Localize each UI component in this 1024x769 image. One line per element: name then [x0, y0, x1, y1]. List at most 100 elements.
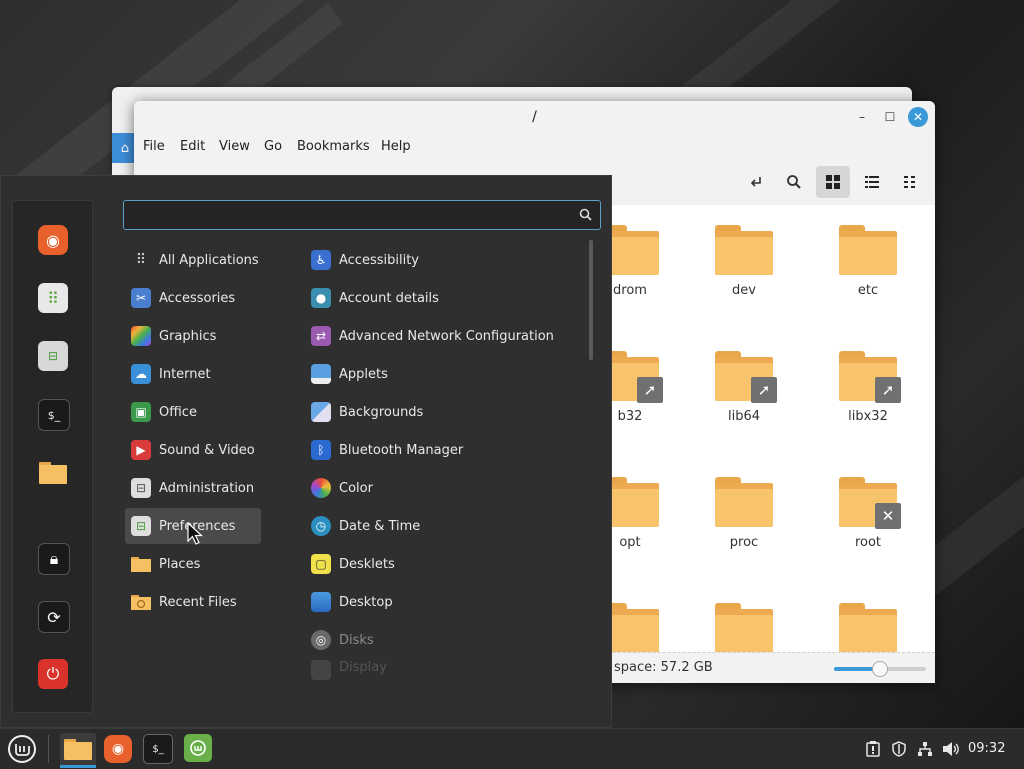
play-icon: ▶ — [131, 440, 151, 460]
folder-icon — [839, 603, 897, 653]
toggle-location-icon[interactable] — [739, 166, 773, 198]
search-input[interactable] — [132, 206, 576, 226]
folder-icon: ➚ — [839, 351, 901, 403]
grid-icon: ⠿ — [135, 252, 147, 268]
terminal-icon[interactable]: $_ — [143, 734, 173, 764]
free-space-label: space: 57.2 GB — [614, 660, 713, 675]
account-icon: ● — [311, 288, 331, 308]
bluetooth-icon: ᛒ — [311, 440, 331, 460]
app-date-time[interactable]: ◷ Date & Time — [307, 508, 583, 544]
list-view-icon[interactable] — [855, 166, 889, 198]
firefox-icon[interactable]: ◉ — [38, 225, 68, 255]
office-icon: ▣ — [131, 402, 151, 422]
applets-icon — [311, 364, 331, 384]
shield-icon[interactable] — [891, 741, 907, 761]
app-account-details[interactable]: ● Account details — [307, 280, 583, 316]
symlink-arrow-icon: ➚ — [637, 377, 663, 403]
folder-icon — [715, 477, 773, 527]
search-icon — [579, 208, 592, 224]
folder-icon: ✕ — [839, 477, 901, 529]
app-display[interactable]: Display — [307, 660, 583, 682]
clock[interactable]: 09:32 — [968, 741, 1005, 756]
folder-item[interactable] — [818, 603, 918, 653]
logout-icon[interactable]: ⟳ — [38, 601, 70, 633]
mintinstall-icon[interactable] — [184, 734, 212, 762]
category-administration[interactable]: ⊟ Administration — [125, 470, 261, 506]
volume-icon[interactable] — [942, 741, 960, 761]
network-icon[interactable] — [917, 741, 933, 761]
no-access-icon: ✕ — [875, 503, 901, 529]
category-accessories[interactable]: ✂ Accessories — [125, 280, 261, 316]
app-color[interactable]: Color — [307, 470, 583, 506]
recent-icon — [131, 592, 151, 612]
terminal-icon[interactable]: $_ — [38, 399, 70, 431]
taskbar: ◉ $_ 09:32 — [0, 728, 1024, 769]
category-places[interactable]: Places — [125, 546, 261, 582]
menu-go[interactable]: Go — [264, 139, 282, 154]
folder-item[interactable]: ✕ root — [818, 477, 918, 550]
close-button[interactable]: ✕ — [908, 107, 928, 127]
maximize-button[interactable]: ☐ — [880, 107, 900, 127]
scissors-icon: ✂ — [131, 288, 151, 308]
menu-bookmarks[interactable]: Bookmarks — [297, 139, 370, 154]
folder-icon — [131, 554, 151, 574]
app-disks[interactable]: ◎ Disks — [307, 622, 583, 658]
cloud-icon: ☁ — [131, 364, 151, 384]
mint-menu-icon[interactable] — [5, 733, 39, 765]
settings-icon[interactable]: ⊟ — [38, 341, 68, 371]
menu-view[interactable]: View — [219, 139, 250, 154]
zoom-slider-handle[interactable] — [872, 661, 888, 677]
menu-scrollbar[interactable] — [589, 240, 593, 360]
icon-view-icon[interactable] — [816, 166, 850, 198]
admin-icon: ⊟ — [131, 478, 151, 498]
folder-item[interactable]: dev — [694, 225, 794, 298]
folder-icon — [839, 225, 897, 275]
graphics-icon — [131, 326, 151, 346]
files-icon[interactable] — [60, 733, 96, 768]
menu-edit[interactable]: Edit — [180, 139, 205, 154]
menu-search-box[interactable] — [123, 200, 601, 230]
files-icon[interactable] — [38, 457, 68, 487]
menu-file[interactable]: File — [143, 139, 165, 154]
folder-item[interactable]: ➚ lib64 — [694, 351, 794, 424]
window-titlebar[interactable]: / – ☐ ✕ — [134, 101, 935, 133]
power-icon[interactable]: ⏻ — [38, 659, 68, 689]
category-graphics[interactable]: Graphics — [125, 318, 261, 354]
category-recent-files[interactable]: Recent Files — [125, 584, 261, 620]
category-sound-video[interactable]: ▶ Sound & Video — [125, 432, 261, 468]
app-accessibility[interactable]: ♿︎ Accessibility — [307, 242, 583, 278]
category-all-applications[interactable]: ⠿ All Applications — [125, 242, 261, 278]
folder-item[interactable]: proc — [694, 477, 794, 550]
app-bluetooth-manager[interactable]: ᛒ Bluetooth Manager — [307, 432, 583, 468]
app-backgrounds[interactable]: Backgrounds — [307, 394, 583, 430]
zoom-slider[interactable] — [834, 661, 926, 677]
display-icon — [311, 660, 331, 680]
search-icon[interactable] — [777, 166, 811, 198]
category-internet[interactable]: ☁ Internet — [125, 356, 261, 392]
compact-view-icon[interactable] — [894, 166, 928, 198]
firefox-icon[interactable]: ◉ — [104, 735, 132, 763]
folder-item[interactable]: etc — [818, 225, 918, 298]
clock-icon: ◷ — [311, 516, 331, 536]
window-title: / — [532, 109, 537, 125]
menu-help[interactable]: Help — [381, 139, 411, 154]
update-icon[interactable] — [866, 741, 880, 761]
category-office[interactable]: ▣ Office — [125, 394, 261, 430]
software-manager-icon[interactable]: ⠿ — [38, 283, 68, 313]
symlink-arrow-icon: ➚ — [875, 377, 901, 403]
accessibility-icon: ♿︎ — [311, 250, 331, 270]
folder-item[interactable]: ➚ libx32 — [818, 351, 918, 424]
minimize-button[interactable]: – — [852, 107, 872, 127]
desklets-icon: ▢ — [311, 554, 331, 574]
app-desklets[interactable]: ▢ Desklets — [307, 546, 583, 582]
desktop-icon — [311, 592, 331, 612]
preferences-icon: ⊟ — [131, 516, 151, 536]
lock-icon[interactable]: 🔒︎ — [38, 543, 70, 575]
menu-favorites-sidebar: ◉ ⠿ ⊟ $_ 🔒︎ ⟳ ⏻ — [12, 200, 93, 713]
app-advanced-network[interactable]: ⇄ Advanced Network Configuration — [307, 318, 583, 354]
folder-item[interactable] — [694, 603, 794, 653]
app-desktop[interactable]: Desktop — [307, 584, 583, 620]
folder-icon — [715, 225, 773, 275]
app-applets[interactable]: Applets — [307, 356, 583, 392]
application-menu: ◉ ⠿ ⊟ $_ 🔒︎ ⟳ ⏻ ⠿ All Applications ✂ Acc… — [0, 175, 612, 728]
